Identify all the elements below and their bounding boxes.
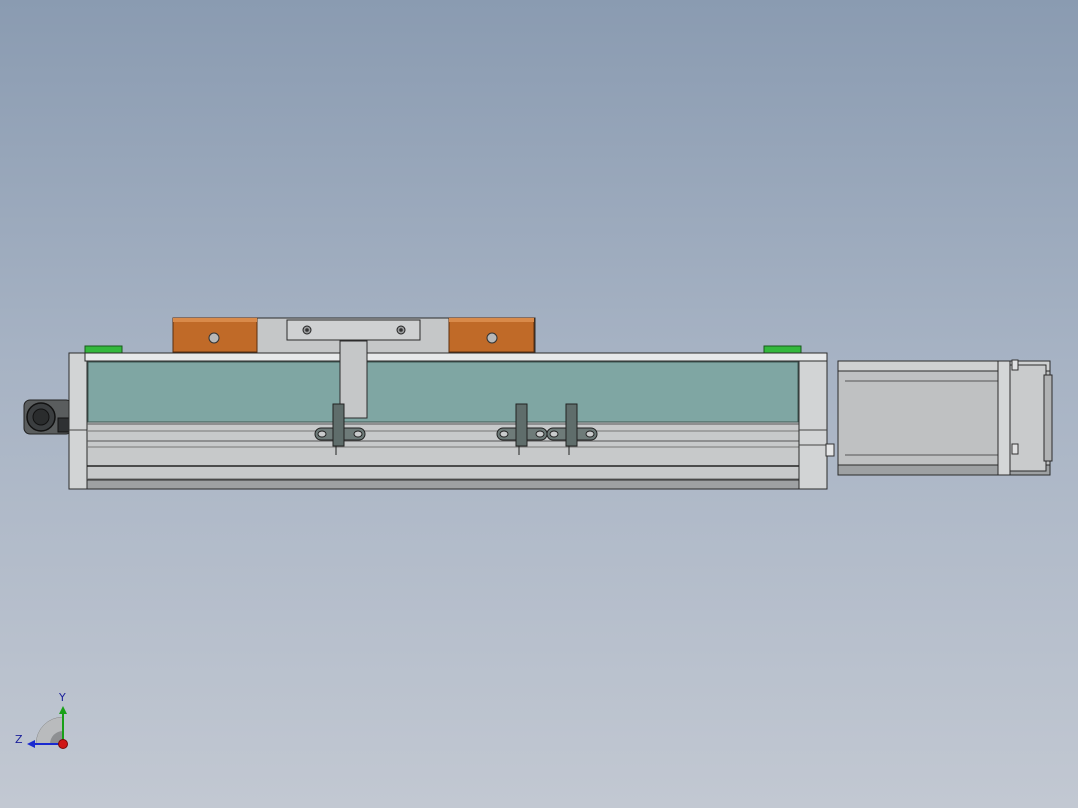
cable-connector[interactable] <box>23 399 73 435</box>
cad-viewport[interactable]: Y Z <box>0 0 1078 808</box>
top-rail <box>84 352 828 362</box>
orientation-triad[interactable]: Y Z <box>15 691 68 749</box>
left-end-cap[interactable] <box>68 352 88 490</box>
servo-motor[interactable] <box>837 359 1053 476</box>
right-end-block[interactable] <box>798 360 835 490</box>
z-axis-label: Z <box>15 733 23 746</box>
linear-actuator-model[interactable]: Y Z <box>0 0 1078 808</box>
actuator-housing[interactable] <box>86 360 800 490</box>
transparent-cover <box>87 361 799 423</box>
x-axis-dot <box>58 739 68 749</box>
y-axis-label: Y <box>58 691 66 704</box>
